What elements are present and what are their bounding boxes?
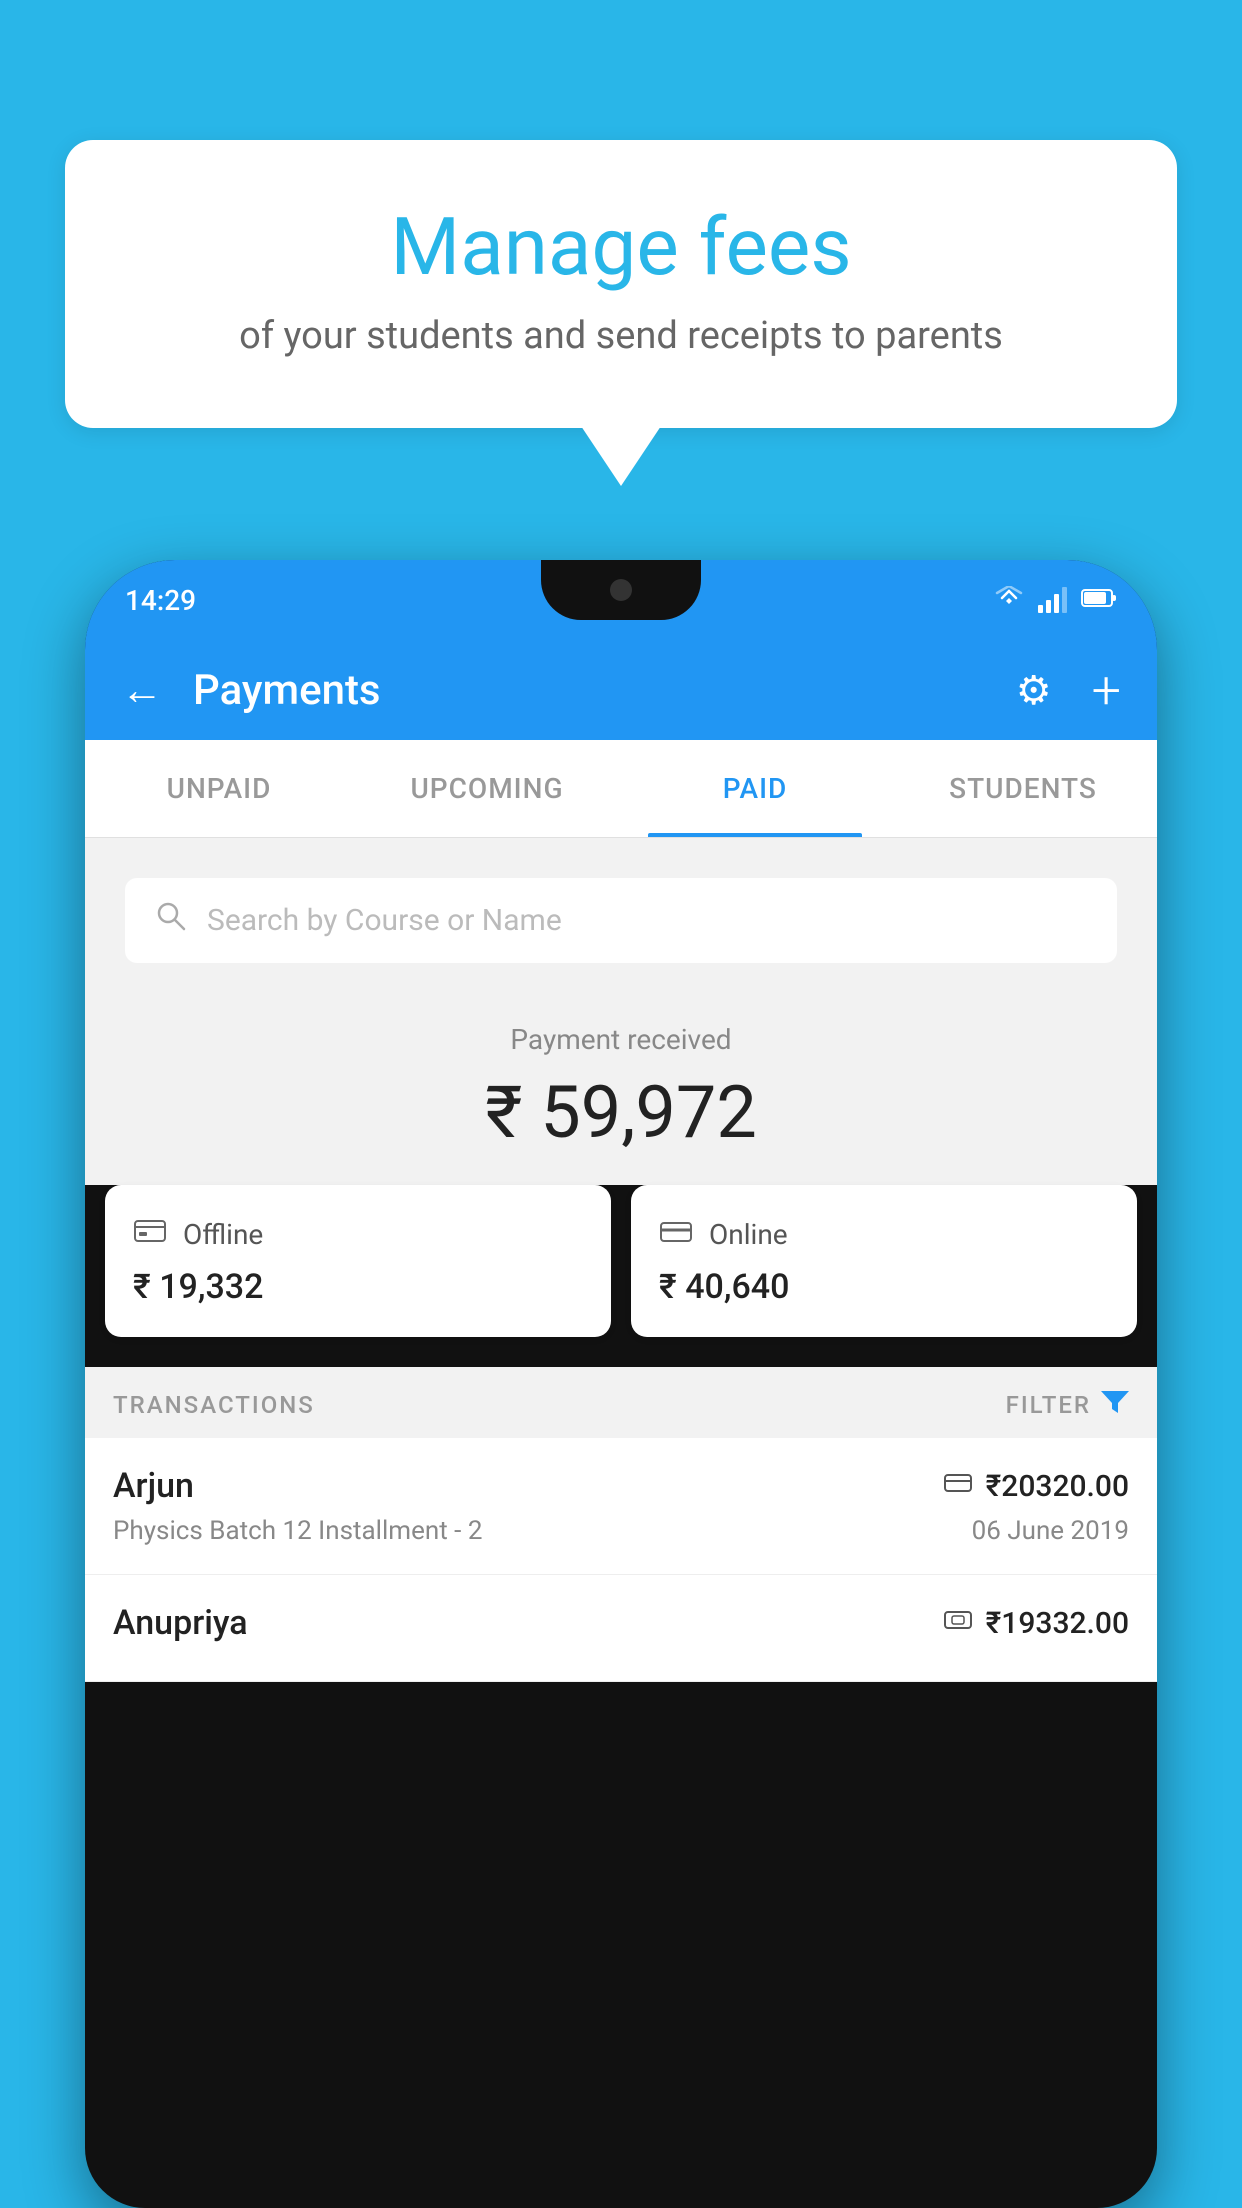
filter-label: FILTER	[1006, 1391, 1091, 1419]
payment-total-amount: ₹ 59,972	[105, 1070, 1137, 1155]
status-time: 14:29	[125, 584, 196, 617]
camera	[610, 579, 632, 601]
signal-icon	[1038, 587, 1067, 613]
transactions-header: TRANSACTIONS FILTER	[85, 1367, 1157, 1438]
tab-upcoming[interactable]: UPCOMING	[353, 740, 621, 837]
transaction-top: Arjun ₹20320.00	[113, 1466, 1129, 1506]
phone-frame: 14:29	[85, 560, 1157, 2208]
search-bar[interactable]: Search by Course or Name	[125, 878, 1117, 963]
search-placeholder: Search by Course or Name	[207, 903, 562, 938]
notch	[541, 560, 701, 620]
speech-bubble-title: Manage fees	[145, 200, 1097, 294]
card-icon	[944, 1471, 972, 1501]
online-card-header: Online	[659, 1215, 1109, 1253]
offline-icon	[133, 1215, 167, 1253]
offline-card-header: Offline	[133, 1215, 583, 1253]
status-bar: 14:29	[85, 560, 1157, 640]
add-icon[interactable]: +	[1092, 660, 1121, 721]
filter-icon	[1101, 1387, 1129, 1422]
search-icon	[155, 900, 187, 941]
tab-unpaid[interactable]: UNPAID	[85, 740, 353, 837]
page-title: Payments	[193, 666, 986, 715]
payment-received-label: Payment received	[105, 1023, 1137, 1056]
tab-paid[interactable]: PAID	[621, 740, 889, 837]
online-label: Online	[709, 1218, 788, 1251]
transaction-amount-row-2: ₹19332.00	[944, 1606, 1129, 1641]
transaction-name: Arjun	[113, 1466, 194, 1506]
online-card: Online ₹ 40,640	[631, 1185, 1137, 1337]
offline-label: Offline	[183, 1218, 263, 1251]
transaction-row[interactable]: Arjun ₹20320.00 Physics Batch 12 Install…	[85, 1438, 1157, 1575]
app-header: ← Payments ⚙ +	[85, 640, 1157, 740]
tabs-bar: UNPAID UPCOMING PAID STUDENTS	[85, 740, 1157, 838]
transaction-amount: ₹20320.00	[986, 1469, 1129, 1504]
wifi-icon	[994, 585, 1024, 615]
tab-students[interactable]: STUDENTS	[889, 740, 1157, 837]
online-amount: ₹ 40,640	[659, 1267, 1109, 1307]
transaction-bottom: Physics Batch 12 Installment - 2 06 June…	[113, 1516, 1129, 1546]
transaction-course: Physics Batch 12 Installment - 2	[113, 1516, 482, 1546]
cash-icon	[944, 1608, 972, 1638]
filter-row[interactable]: FILTER	[1006, 1387, 1129, 1422]
transaction-top-2: Anupriya ₹19332.00	[113, 1603, 1129, 1643]
transactions-list: Arjun ₹20320.00 Physics Batch 12 Install…	[85, 1438, 1157, 1682]
payment-cards: Offline ₹ 19,332 Online ₹ 40,640	[85, 1185, 1157, 1367]
speech-bubble-container: Manage fees of your students and send re…	[65, 140, 1177, 486]
transaction-amount-row: ₹20320.00	[944, 1469, 1129, 1504]
back-button[interactable]: ←	[121, 666, 163, 715]
speech-bubble-subtitle: of your students and send receipts to pa…	[145, 314, 1097, 358]
status-icons	[994, 585, 1117, 615]
speech-bubble: Manage fees of your students and send re…	[65, 140, 1177, 428]
battery-icon	[1081, 588, 1117, 612]
transaction-name-2: Anupriya	[113, 1603, 248, 1643]
transaction-row[interactable]: Anupriya ₹19332.00	[85, 1575, 1157, 1682]
offline-amount: ₹ 19,332	[133, 1267, 583, 1307]
offline-card: Offline ₹ 19,332	[105, 1185, 611, 1337]
online-icon	[659, 1215, 693, 1253]
payment-summary: Payment received ₹ 59,972	[85, 983, 1157, 1185]
transactions-label: TRANSACTIONS	[113, 1391, 315, 1419]
speech-bubble-arrow	[581, 426, 661, 486]
gear-icon[interactable]: ⚙	[1016, 667, 1052, 714]
transaction-date: 06 June 2019	[972, 1516, 1129, 1546]
transaction-amount-2: ₹19332.00	[986, 1606, 1129, 1641]
